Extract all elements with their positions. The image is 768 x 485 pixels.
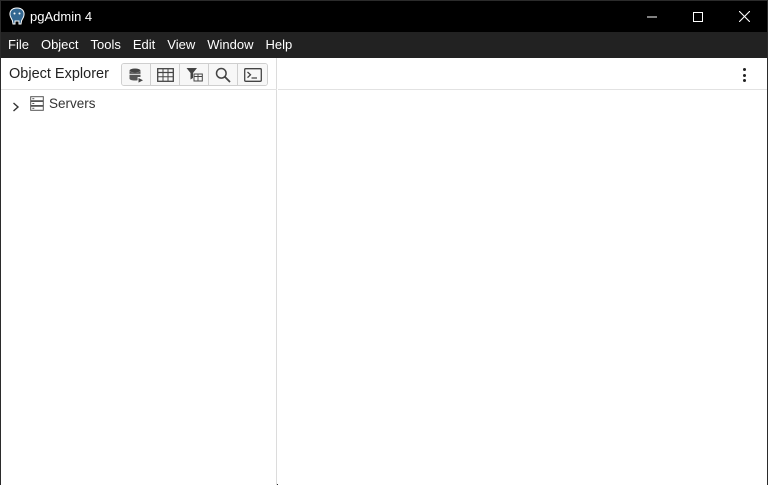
main-panel-header [278, 58, 767, 90]
menu-bar: File Object Tools Edit View Window Help [1, 32, 767, 58]
object-explorer-toolbar [121, 63, 268, 86]
more-vertical-icon[interactable] [736, 66, 752, 84]
main-panel [278, 58, 767, 485]
menu-window[interactable]: Window [201, 32, 259, 58]
filter-table-icon [186, 68, 203, 82]
minimize-button[interactable] [629, 1, 675, 32]
query-tool-button[interactable] [122, 64, 151, 85]
close-icon [738, 11, 750, 22]
search-objects-button[interactable] [209, 64, 238, 85]
window-title: pgAdmin 4 [30, 9, 93, 24]
filtered-rows-button[interactable] [180, 64, 209, 85]
tree-node-label[interactable]: Servers [49, 96, 96, 111]
view-data-button[interactable] [151, 64, 180, 85]
object-explorer-header: Object Explorer [1, 58, 277, 90]
object-explorer-panel: Object Explorer Servers [1, 58, 277, 485]
app-window: pgAdmin 4 File Object Tools Edit View Wi… [0, 0, 768, 485]
menu-help[interactable]: Help [260, 32, 299, 58]
menu-view[interactable]: View [161, 32, 201, 58]
chevron-right-icon[interactable] [12, 99, 20, 117]
close-button[interactable] [721, 1, 767, 32]
minimize-icon [647, 16, 657, 17]
object-explorer-title: Object Explorer [9, 66, 109, 82]
psql-tool-button[interactable] [238, 64, 267, 85]
title-bar[interactable]: pgAdmin 4 [1, 1, 767, 32]
maximize-icon [693, 11, 703, 22]
search-icon [215, 67, 231, 83]
menu-file[interactable]: File [2, 32, 35, 58]
terminal-icon [243, 67, 262, 82]
menu-tools[interactable]: Tools [85, 32, 127, 58]
database-icon [129, 68, 143, 83]
menu-object[interactable]: Object [35, 32, 85, 58]
pgadmin-elephant-icon [8, 7, 26, 26]
menu-edit[interactable]: Edit [127, 32, 161, 58]
maximize-button[interactable] [675, 1, 721, 32]
table-icon [156, 67, 174, 82]
server-group-icon [30, 96, 44, 116]
